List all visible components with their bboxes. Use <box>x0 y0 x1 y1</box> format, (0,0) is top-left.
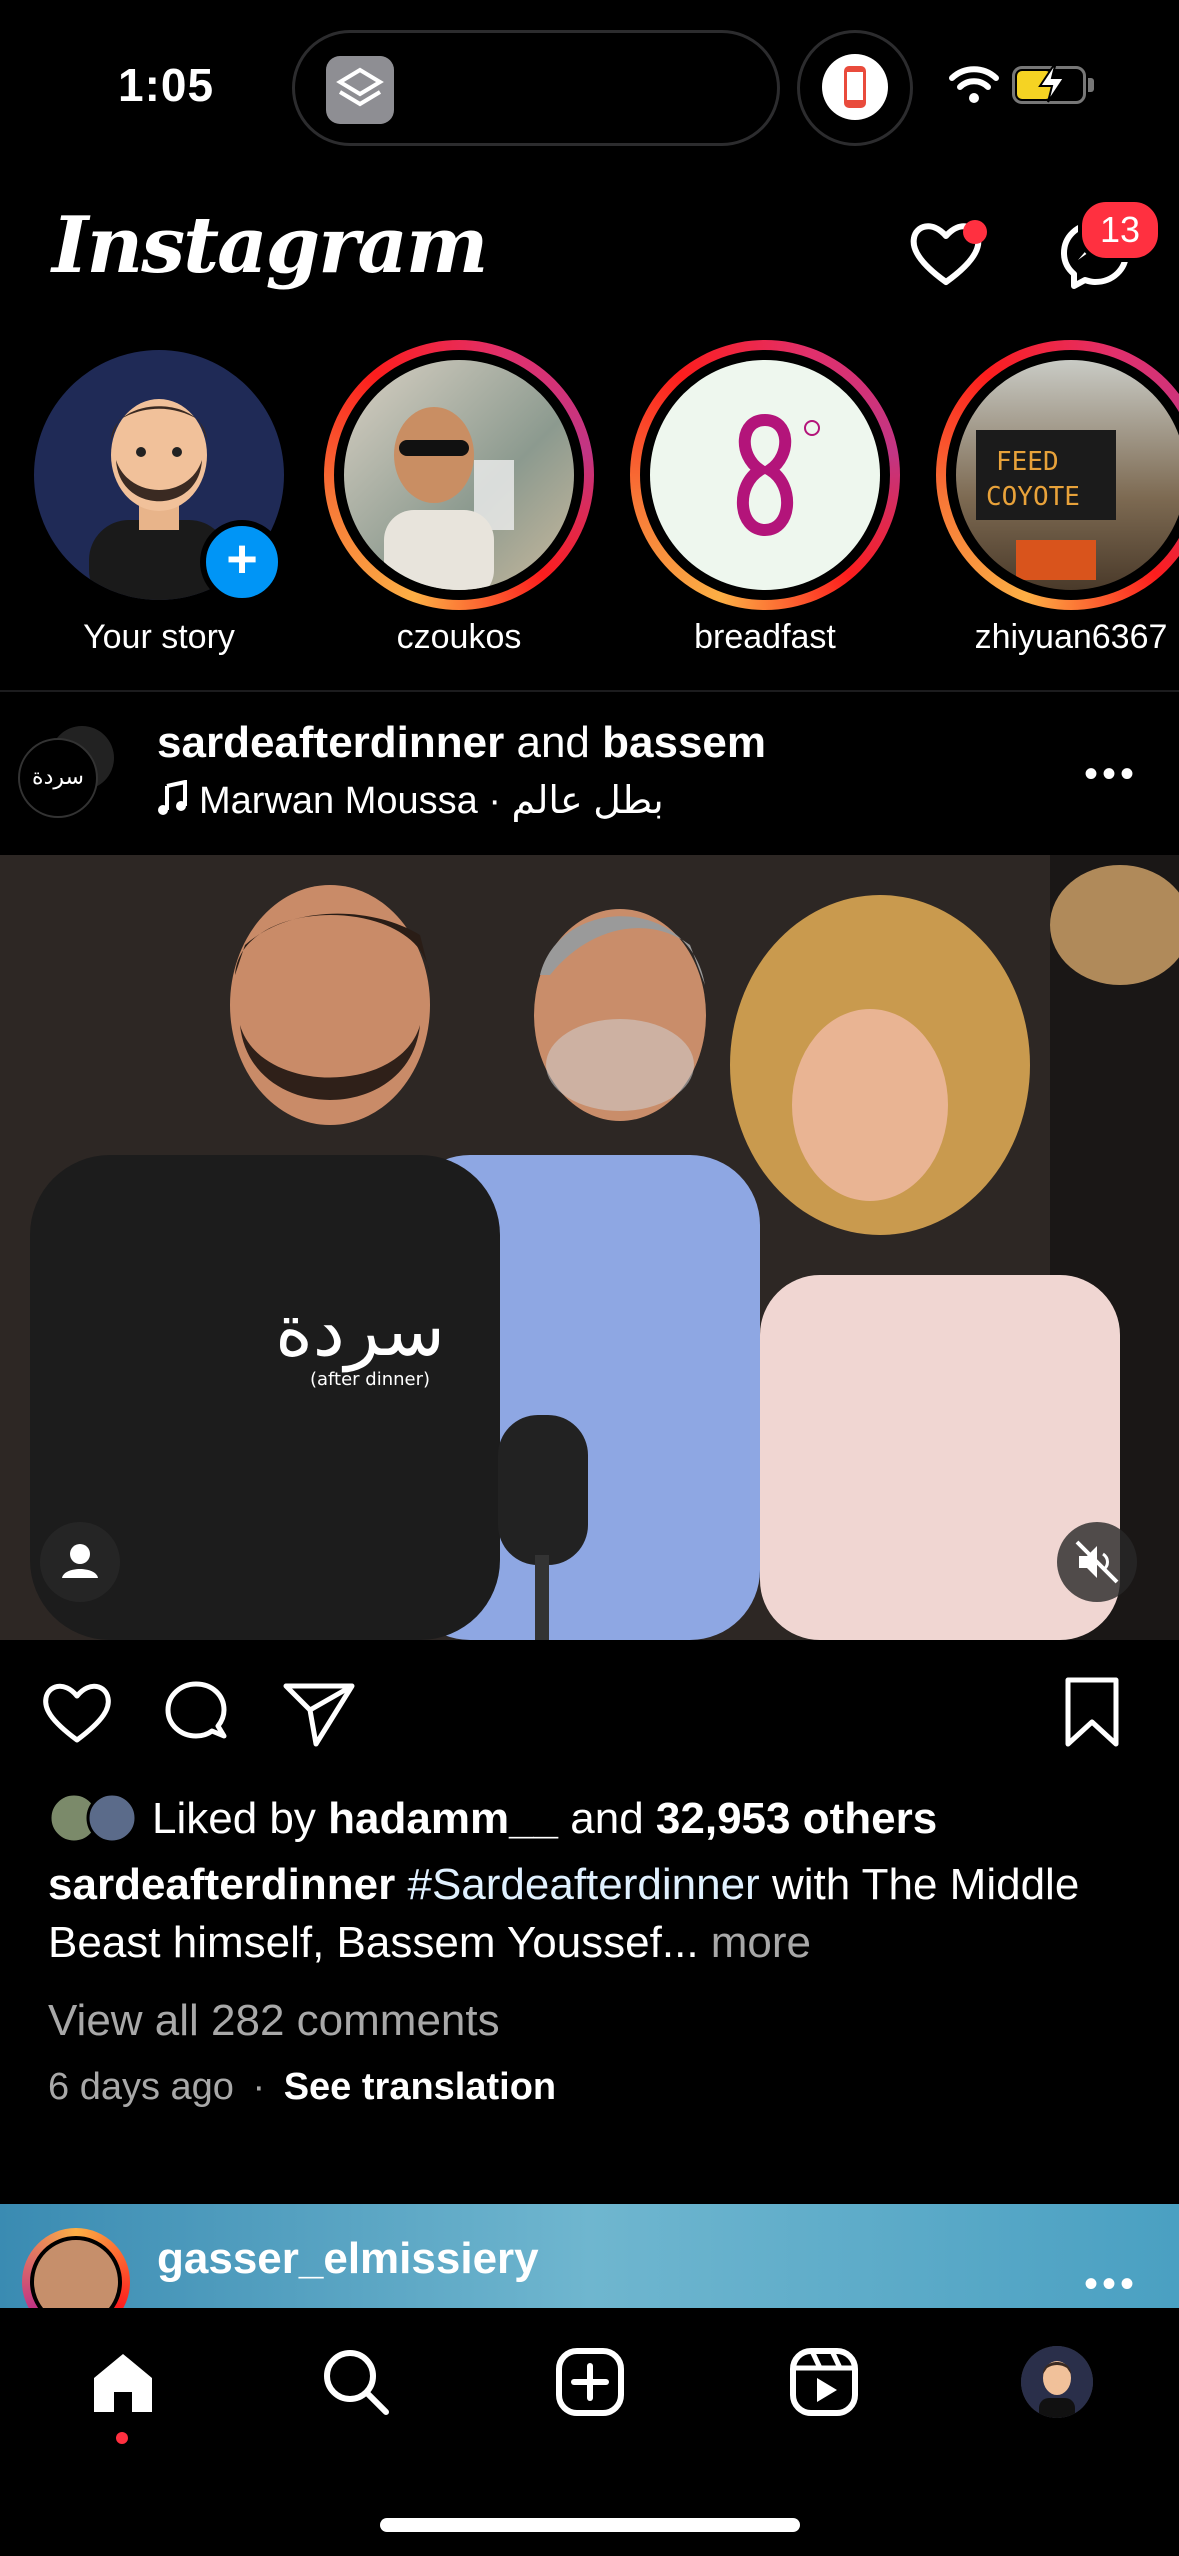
caption-user[interactable]: sardeafterdinner <box>48 1860 395 1909</box>
home-active-dot <box>116 2432 128 2444</box>
mute-icon[interactable] <box>1057 1522 1137 1602</box>
story-label: czoukos <box>396 618 522 656</box>
home-icon[interactable] <box>88 2348 158 2423</box>
search-icon[interactable] <box>320 2346 392 2423</box>
svg-text:سردة: سردة <box>32 765 84 790</box>
tagged-people-icon[interactable] <box>40 1522 120 1602</box>
post-meta: 6 days ago · See translation <box>48 2066 556 2109</box>
more-options-icon[interactable]: ••• <box>1084 752 1138 797</box>
breadfast-avatar <box>650 360 880 590</box>
charging-bolt-icon <box>1032 60 1072 114</box>
czoukos-avatar <box>344 360 574 590</box>
view-comments-link[interactable]: View all 282 comments <box>48 1996 500 2046</box>
liked-prefix: Liked by <box>152 1794 316 1843</box>
likes-summary[interactable]: Liked by hadamm__ and 32,953 others <box>152 1794 937 1844</box>
home-indicator[interactable] <box>380 2518 800 2532</box>
meta-separator: · <box>252 2066 266 2108</box>
like-icon[interactable] <box>40 1678 114 1751</box>
post-music[interactable]: Marwan Moussa · بطل عالم <box>157 778 664 826</box>
stories-divider <box>0 690 1179 692</box>
time-ago: 6 days ago <box>48 2066 234 2108</box>
svg-text:FEED: FEED <box>996 447 1059 477</box>
story-label: breadfast <box>694 618 836 656</box>
shirt-logo: سردة <box>275 1288 445 1373</box>
caption-hashtag[interactable]: #Sardeafterdinner <box>407 1860 759 1909</box>
save-icon[interactable] <box>1062 1676 1122 1753</box>
status-time: 1:05 <box>118 59 215 111</box>
battery-cap <box>1088 78 1094 92</box>
liked-by-avatars[interactable] <box>48 1790 148 1851</box>
add-story-button[interactable]: + <box>200 520 284 604</box>
share-icon[interactable] <box>282 1680 356 1753</box>
liked-joiner: and <box>570 1794 644 1843</box>
messages-badge: 13 <box>1078 198 1162 262</box>
shirt-subtext: (after dinner) <box>310 1369 430 1390</box>
next-post-user[interactable]: gasser_elmissiery <box>157 2234 539 2284</box>
post-user2[interactable]: bassem <box>602 718 766 767</box>
story-label: zhiyuan6367 <box>974 618 1168 656</box>
instagram-logo[interactable]: Instagram <box>52 200 488 291</box>
reels-icon[interactable] <box>788 2346 860 2423</box>
music-note-icon <box>157 779 189 826</box>
zhiyuan-avatar: FEED COYOTE <box>956 360 1179 590</box>
comment-icon[interactable] <box>162 1678 234 1755</box>
create-post-icon[interactable] <box>554 2346 626 2423</box>
phone-app-icon <box>822 54 888 120</box>
svg-text:COYOTE: COYOTE <box>986 482 1080 512</box>
liked-count[interactable]: 32,953 others <box>656 1794 937 1843</box>
caption-more[interactable]: more <box>711 1918 811 1967</box>
post-user1[interactable]: sardeafterdinner <box>157 718 504 767</box>
post-photo[interactable]: سردة (after dinner) <box>0 855 1179 1640</box>
post-joiner: and <box>516 718 590 767</box>
see-translation-link[interactable]: See translation <box>284 2066 556 2108</box>
post-users[interactable]: sardeafterdinner and bassem <box>157 718 766 768</box>
wifi-icon <box>948 62 1000 111</box>
music-text: Marwan Moussa · بطل عالم <box>199 780 664 822</box>
activity-dot <box>963 220 987 244</box>
liked-user[interactable]: hadamm__ <box>328 1794 558 1843</box>
profile-tab-avatar[interactable] <box>1021 2346 1093 2418</box>
post-caption[interactable]: sardeafterdinner #Sardeafterdinner with … <box>48 1856 1138 1972</box>
story-label: Your story <box>83 618 235 656</box>
post-avatar[interactable]: سردة <box>18 738 98 818</box>
layers-app-icon <box>326 56 394 124</box>
next-post-more-icon[interactable]: ••• <box>1084 2262 1138 2307</box>
